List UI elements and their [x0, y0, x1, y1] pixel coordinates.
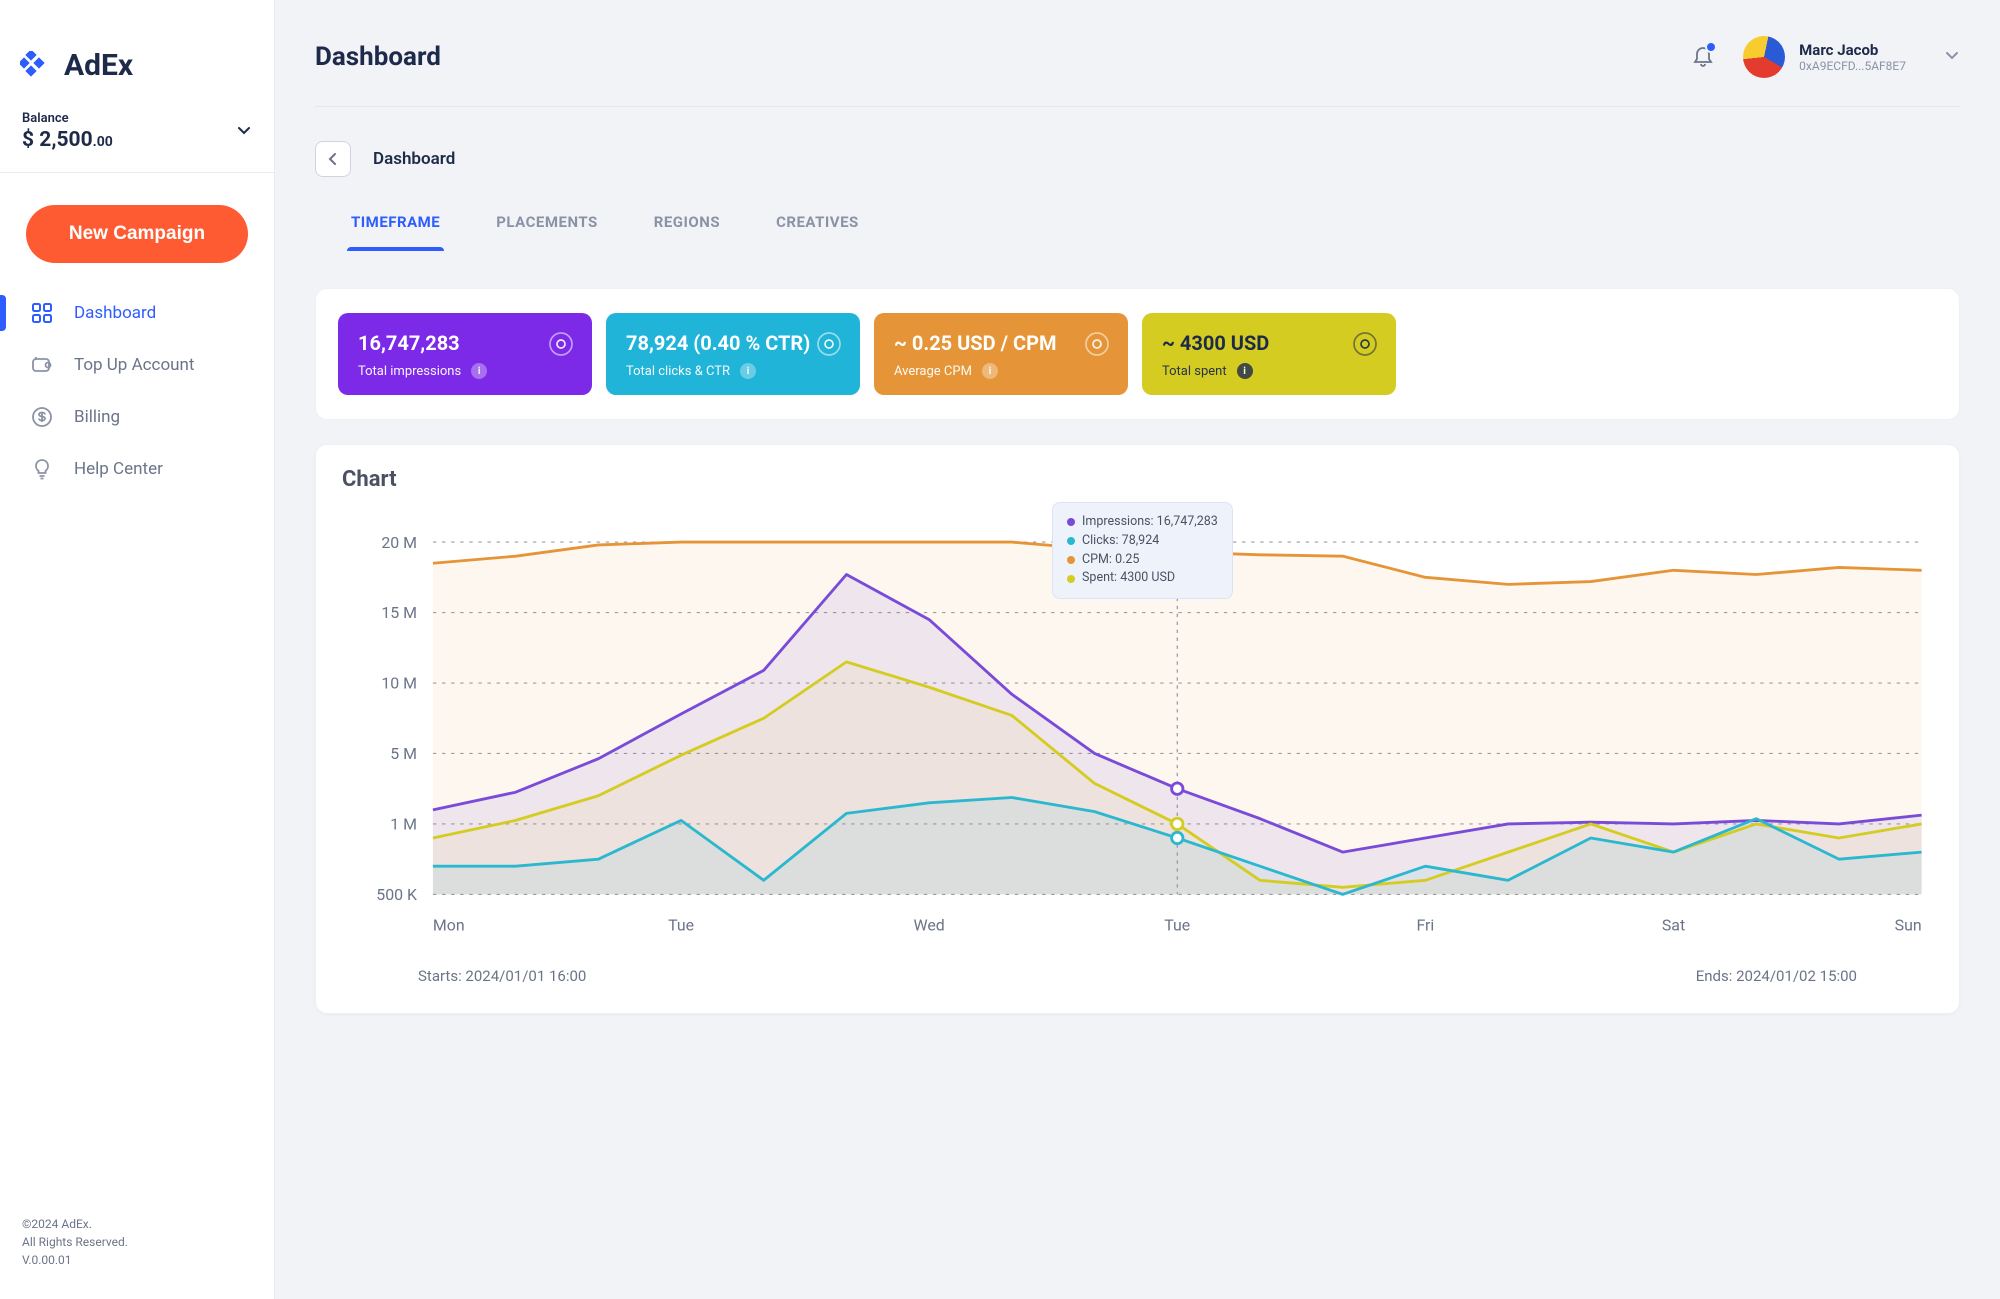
divider — [315, 106, 1960, 107]
stat-value: ~ 4300 USD — [1162, 331, 1376, 355]
tabs: TIMEFRAME PLACEMENTS REGIONS CREATIVES — [315, 205, 1960, 252]
main: Dashboard Marc Jacob 0xA9ECFD...5AF8E7 — [275, 0, 2000, 1299]
avatar-icon — [1743, 36, 1785, 78]
svg-text:500 K: 500 K — [376, 885, 417, 904]
chart-card: Chart 500 K 1 M 5 M 10 M 15 M 20 M Mon Tue Wed Tu… — [315, 444, 1960, 1014]
nav-label: Billing — [74, 407, 120, 427]
bulb-icon — [30, 457, 54, 481]
back-button[interactable] — [315, 141, 351, 177]
nav: Dashboard Top Up Account Billing Help Ce… — [0, 287, 274, 495]
notification-dot-icon — [1705, 41, 1717, 53]
eye-icon — [1084, 331, 1110, 361]
chevron-down-icon — [1944, 47, 1960, 67]
brand-logo: AdEx — [0, 0, 274, 111]
sidebar: AdEx Balance $ 2,500.00 New Campaign Das… — [0, 0, 275, 1299]
chart-area: 500 K 1 M 5 M 10 M 15 M 20 M Mon Tue Wed Tue Fri Sa… — [342, 508, 1933, 955]
nav-item-topup[interactable]: Top Up Account — [0, 339, 274, 391]
info-icon: i — [982, 363, 998, 379]
tab-placements[interactable]: PLACEMENTS — [496, 205, 597, 251]
brand-name: AdEx — [64, 48, 133, 83]
balance-label: Balance — [22, 111, 113, 126]
eye-icon — [816, 331, 842, 361]
stat-label: Average CPM — [894, 364, 972, 379]
svg-text:Tue: Tue — [1164, 916, 1190, 935]
stat-value: ~ 0.25 USD / CPM — [894, 331, 1108, 355]
topbar: Dashboard Marc Jacob 0xA9ECFD...5AF8E7 — [315, 36, 1960, 106]
breadcrumb: Dashboard — [373, 149, 455, 169]
grid-icon — [30, 301, 54, 325]
svg-text:1 M: 1 M — [390, 815, 417, 834]
balance-value: $ 2,500.00 — [22, 128, 113, 152]
stats-row: 16,747,283 Total impressions i 78,924 (0… — [315, 288, 1960, 420]
nav-item-billing[interactable]: Billing — [0, 391, 274, 443]
svg-text:15 M: 15 M — [381, 603, 417, 622]
svg-text:10 M: 10 M — [381, 674, 417, 693]
tab-creatives[interactable]: CREATIVES — [776, 205, 859, 251]
stat-card-3[interactable]: ~ 4300 USD Total spent i — [1142, 313, 1396, 395]
eye-icon — [548, 331, 574, 361]
stat-value: 78,924 (0.40 % CTR) — [626, 331, 840, 355]
stat-label: Total impressions — [358, 364, 461, 379]
nav-item-help[interactable]: Help Center — [0, 443, 274, 495]
nav-label: Help Center — [74, 459, 163, 479]
eye-icon — [1352, 331, 1378, 361]
chevron-left-icon — [326, 152, 340, 166]
chart-tooltip: Impressions: 16,747,283Clicks: 78,924CPM… — [1052, 502, 1233, 599]
chart-title: Chart — [342, 467, 1933, 492]
svg-text:Wed: Wed — [914, 916, 945, 935]
stat-card-1[interactable]: 78,924 (0.40 % CTR) Total clicks & CTR i — [606, 313, 860, 395]
tab-regions[interactable]: REGIONS — [654, 205, 720, 251]
info-icon: i — [1237, 363, 1253, 379]
user-name: Marc Jacob — [1799, 41, 1906, 59]
svg-text:Sun: Sun — [1895, 916, 1922, 935]
stat-label: Total clicks & CTR — [626, 364, 730, 379]
brand-icon — [20, 51, 50, 81]
nav-item-dashboard[interactable]: Dashboard — [0, 287, 274, 339]
nav-label: Top Up Account — [74, 355, 194, 375]
balance-dropdown[interactable]: Balance $ 2,500.00 — [0, 111, 274, 173]
user-address: 0xA9ECFD...5AF8E7 — [1799, 59, 1906, 73]
notifications-button[interactable] — [1691, 43, 1715, 71]
stat-card-2[interactable]: ~ 0.25 USD / CPM Average CPM i — [874, 313, 1128, 395]
new-campaign-button[interactable]: New Campaign — [26, 205, 248, 263]
svg-text:20 M: 20 M — [381, 533, 417, 552]
user-menu[interactable]: Marc Jacob 0xA9ECFD...5AF8E7 — [1743, 36, 1960, 78]
svg-text:Sat: Sat — [1662, 916, 1685, 935]
sidebar-footer: ©2024 AdEx. All Rights Reserved. V.0.00.… — [0, 1215, 274, 1299]
chart-start-label: Starts: 2024/01/01 16:00 — [418, 967, 586, 985]
info-icon: i — [740, 363, 756, 379]
svg-text:Mon: Mon — [433, 916, 465, 935]
info-icon: i — [471, 363, 487, 379]
stat-value: 16,747,283 — [358, 331, 572, 355]
dollar-icon — [30, 405, 54, 429]
svg-text:5 M: 5 M — [390, 744, 417, 763]
svg-text:Fri: Fri — [1416, 916, 1434, 935]
wallet-icon — [30, 353, 54, 377]
chevron-down-icon — [236, 122, 252, 142]
chart-end-label: Ends: 2024/01/02 15:00 — [1696, 967, 1857, 985]
nav-label: Dashboard — [74, 303, 156, 323]
page-title: Dashboard — [315, 42, 441, 72]
stat-card-0[interactable]: 16,747,283 Total impressions i — [338, 313, 592, 395]
tab-timeframe[interactable]: TIMEFRAME — [351, 205, 440, 251]
svg-text:Tue: Tue — [668, 916, 694, 935]
stat-label: Total spent — [1162, 364, 1227, 379]
